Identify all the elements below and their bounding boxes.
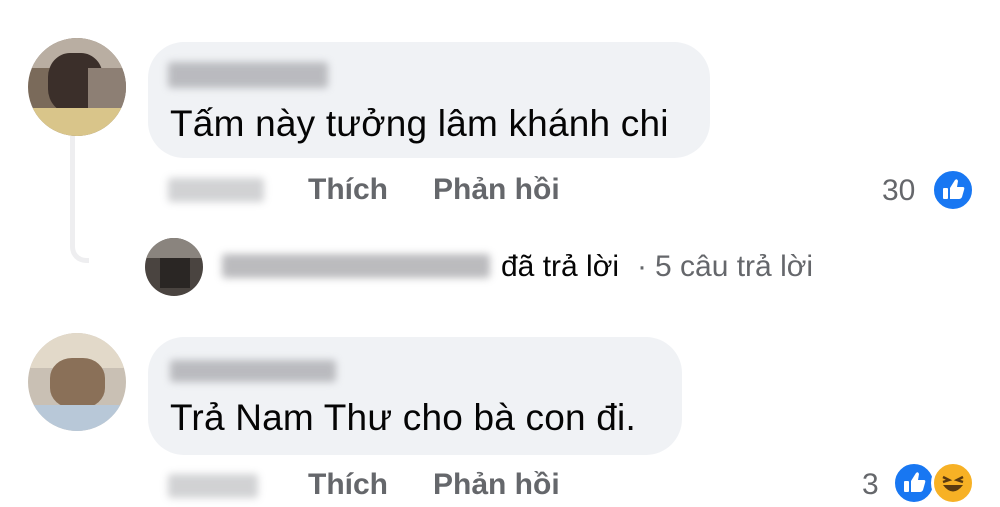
replier-name[interactable] bbox=[222, 254, 490, 278]
reply-count[interactable]: 5 câu trả lời bbox=[655, 250, 813, 284]
commenter-avatar[interactable] bbox=[28, 38, 126, 136]
comment-text: Tấm này tưởng lâm khánh chi bbox=[170, 103, 669, 144]
like-button[interactable]: Thích bbox=[308, 173, 388, 207]
commenter-avatar[interactable] bbox=[28, 333, 126, 431]
thread-connector bbox=[70, 135, 89, 263]
like-icon[interactable] bbox=[892, 461, 936, 505]
commenter-name[interactable] bbox=[170, 360, 336, 382]
reaction-count[interactable]: 30 bbox=[882, 174, 915, 208]
like-button[interactable]: Thích bbox=[308, 468, 388, 502]
commenter-name[interactable] bbox=[168, 62, 328, 88]
haha-icon[interactable] bbox=[931, 461, 975, 505]
comment-timestamp[interactable] bbox=[168, 178, 264, 202]
like-icon[interactable] bbox=[931, 168, 975, 212]
replier-avatar[interactable] bbox=[145, 238, 203, 296]
reaction-count[interactable]: 3 bbox=[862, 468, 879, 502]
comment-timestamp[interactable] bbox=[168, 474, 258, 498]
reply-button[interactable]: Phản hồi bbox=[433, 173, 560, 207]
reply-button[interactable]: Phản hồi bbox=[433, 468, 560, 502]
replied-label: đã trả lời bbox=[501, 250, 620, 283]
comment-text: Trả Nam Thư cho bà con đi. bbox=[170, 397, 636, 438]
reply-separator: · bbox=[637, 250, 647, 283]
